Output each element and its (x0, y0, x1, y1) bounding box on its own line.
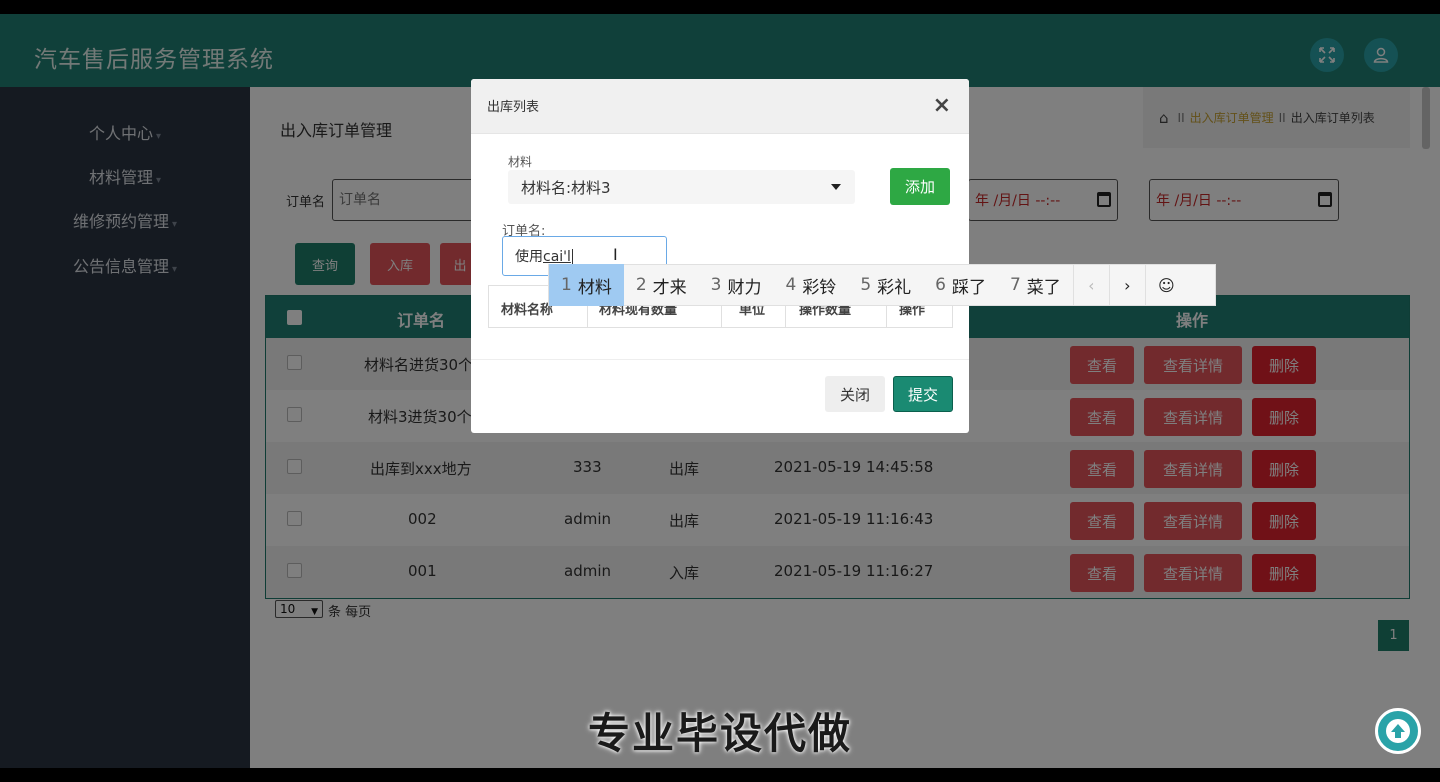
ime-candidate[interactable]: 2 才来 (624, 264, 699, 306)
ime-candidate[interactable]: 6 踩了 (923, 264, 998, 306)
order-name-committed: 使用 (515, 249, 543, 265)
ime-candidate-number: 6 (935, 275, 946, 295)
material-label: 材料 (508, 155, 533, 169)
ime-candidate-number: 1 (561, 275, 572, 295)
close-icon[interactable]: × (933, 93, 951, 118)
ime-candidate-text: 彩礼 (877, 277, 912, 298)
material-select-value: 材料名:材料3 (521, 179, 611, 197)
ime-candidate-text: 菜了 (1026, 277, 1061, 298)
modal-footer-divider (471, 359, 969, 360)
stock-out-modal: 出库列表 × 材料 材料名:材料3 添加 订单名: 使用cai'l I 材料名称… (471, 79, 969, 433)
modal-title: 出库列表 (487, 100, 540, 115)
close-button[interactable]: 关闭 (825, 376, 885, 412)
arrow-up-icon (1386, 719, 1410, 743)
text-cursor (571, 249, 573, 265)
app-window: 汽车售后服务管理系统 个人中心▾ 材料管理▾ 维修预约管理▾ 公告信息管理▾ 出… (0, 14, 1440, 768)
submit-button[interactable]: 提交 (893, 376, 953, 412)
video-caption: 专业毕设代做 (587, 709, 852, 758)
ime-candidate-text: 彩铃 (802, 277, 837, 298)
ime-candidate[interactable]: 5 彩礼 (848, 264, 923, 306)
emoji-icon[interactable]: ☺ (1144, 264, 1187, 306)
ime-candidate-number: 2 (635, 275, 647, 295)
ime-candidate[interactable]: 4 彩铃 (773, 264, 848, 306)
chevron-down-icon (831, 184, 841, 190)
ime-candidate-text: 财力 (727, 277, 762, 298)
order-name-composition: cai'l (543, 249, 571, 265)
ime-candidate-number: 5 (860, 275, 872, 295)
ime-candidate-bar: 1 材料 2 才来 3 财力 4 彩铃 5 彩礼 6 踩了 7 菜了 ‹ › ☺ (548, 264, 1216, 306)
add-button[interactable]: 添加 (890, 168, 950, 205)
ime-candidate[interactable]: 7 菜了 (998, 264, 1073, 306)
ime-candidate-number: 4 (785, 275, 797, 295)
modal-header: 出库列表 × (471, 79, 969, 134)
chevron-left-icon[interactable]: ‹ (1072, 264, 1109, 306)
ime-candidate-text: 才来 (652, 277, 687, 298)
ibeam-cursor-icon: I (613, 245, 618, 264)
material-select[interactable]: 材料名:材料3 (508, 170, 855, 204)
ime-candidate[interactable]: 3 财力 (699, 264, 774, 306)
chevron-right-icon[interactable]: › (1108, 264, 1145, 306)
ime-candidate-number: 3 (710, 275, 722, 295)
ime-candidate-text: 材料 (577, 277, 612, 298)
ime-candidate[interactable]: 1 材料 (549, 264, 624, 306)
back-to-top-button[interactable] (1375, 708, 1421, 754)
ime-candidate-text: 踩了 (951, 277, 986, 298)
column-header-material-name: 材料名称 (501, 303, 554, 318)
ime-candidate-number: 7 (1009, 275, 1021, 295)
